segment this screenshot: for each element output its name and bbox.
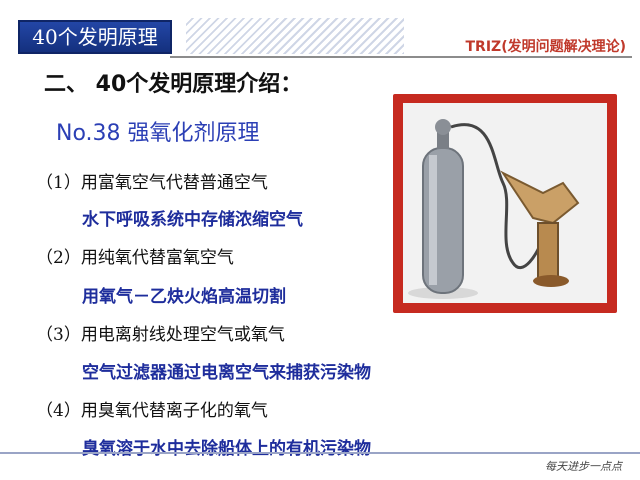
header-label: 40个发明原理	[18, 20, 172, 54]
tank-highlight	[429, 155, 437, 285]
oxygen-tank-photo	[403, 103, 607, 303]
section-title: 二、 40个发明原理介绍：	[44, 72, 303, 97]
footer-divider	[0, 452, 640, 454]
tank-gauge	[435, 119, 451, 135]
torch-base	[533, 275, 569, 287]
item-2-example: 用氧气－乙炔火焰高温切割	[82, 287, 286, 307]
item-1-example: 水下呼吸系统中存储浓缩空气	[82, 210, 303, 230]
item-3-example: 空气过滤器通过电离空气来捕获污染物	[82, 363, 371, 383]
footer-text: 每天进步一点点	[545, 460, 622, 473]
header-divider	[170, 56, 632, 58]
header-subtitle: TRIZ(发明问题解决理论)	[465, 39, 627, 55]
header-hatch-decoration	[186, 18, 404, 54]
torch-handle	[537, 222, 559, 279]
item-4-example: 臭氧溶于水中去除船体上的有机污染物	[82, 439, 371, 459]
principle-title: No.38 强氧化剂原理	[56, 121, 260, 146]
item-1-label: （1）用富氧空气代替普通空气	[36, 173, 268, 193]
item-4-label: （4）用臭氧代替离子化的氧气	[36, 401, 268, 421]
torch-head	[500, 170, 580, 225]
item-2-label: （2）用纯氧代替富氧空气	[36, 248, 234, 268]
item-3-label: （3）用电离射线处理空气或氧气	[36, 325, 285, 345]
oxygen-tank-illustration	[408, 119, 580, 299]
